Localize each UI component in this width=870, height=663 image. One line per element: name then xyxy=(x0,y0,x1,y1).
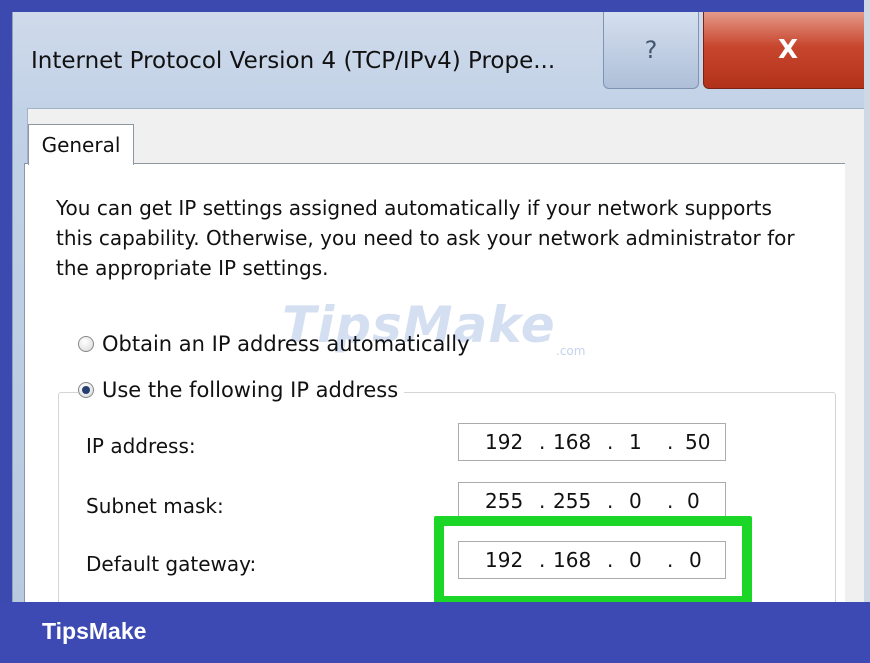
window-title: Internet Protocol Version 4 (TCP/IPv4) P… xyxy=(31,48,556,74)
watermark-suffix: .com xyxy=(556,344,586,358)
tab-general[interactable]: General xyxy=(28,124,134,165)
ip-octet-3[interactable]: 1 xyxy=(629,430,642,454)
ip-address-field[interactable]: 192 . 168 . 1 . 50 xyxy=(458,423,726,461)
default-gateway-label: Default gateway: xyxy=(86,552,257,576)
octet-separator: . xyxy=(667,489,674,513)
subnet-mask-field[interactable]: 255 . 255 . 0 . 0 xyxy=(458,482,726,520)
ip-address-label: IP address: xyxy=(86,434,196,458)
octet-separator: . xyxy=(607,489,614,513)
gateway-highlight-box xyxy=(434,516,752,606)
close-button[interactable]: X xyxy=(703,12,870,89)
instructions-text: You can get IP settings assigned automat… xyxy=(56,196,795,280)
radio-manual-label: Use the following IP address xyxy=(102,378,399,402)
close-icon: X xyxy=(777,35,799,65)
subnet-octet-1[interactable]: 255 xyxy=(485,489,523,513)
help-button[interactable]: ? xyxy=(603,12,699,89)
radio-checked-icon[interactable] xyxy=(78,382,94,398)
subnet-octet-3[interactable]: 0 xyxy=(629,489,642,513)
radio-unchecked-icon[interactable] xyxy=(78,336,94,352)
screenshot-frame: Internet Protocol Version 4 (TCP/IPv4) P… xyxy=(0,0,870,663)
octet-separator: . xyxy=(539,430,546,454)
top-border-band xyxy=(0,0,870,12)
octet-separator: . xyxy=(667,430,674,454)
octet-separator: . xyxy=(539,489,546,513)
radio-use-following[interactable]: Use the following IP address xyxy=(78,376,405,404)
footer-banner: TipsMake xyxy=(0,602,870,663)
left-border-band xyxy=(0,0,12,610)
right-edge-strip xyxy=(864,0,870,610)
ip-octet-1[interactable]: 192 xyxy=(485,430,523,454)
ip-octet-4[interactable]: 50 xyxy=(685,430,710,454)
help-icon: ? xyxy=(644,36,658,64)
radio-obtain-automatically[interactable]: Obtain an IP address automatically xyxy=(78,330,470,358)
ip-octet-2[interactable]: 168 xyxy=(553,430,591,454)
radio-auto-label: Obtain an IP address automatically xyxy=(102,332,470,356)
subnet-octet-4[interactable]: 0 xyxy=(687,489,700,513)
subnet-octet-2[interactable]: 255 xyxy=(553,489,591,513)
footer-brand: TipsMake xyxy=(42,618,147,644)
octet-separator: . xyxy=(607,430,614,454)
subnet-mask-label: Subnet mask: xyxy=(86,494,224,518)
